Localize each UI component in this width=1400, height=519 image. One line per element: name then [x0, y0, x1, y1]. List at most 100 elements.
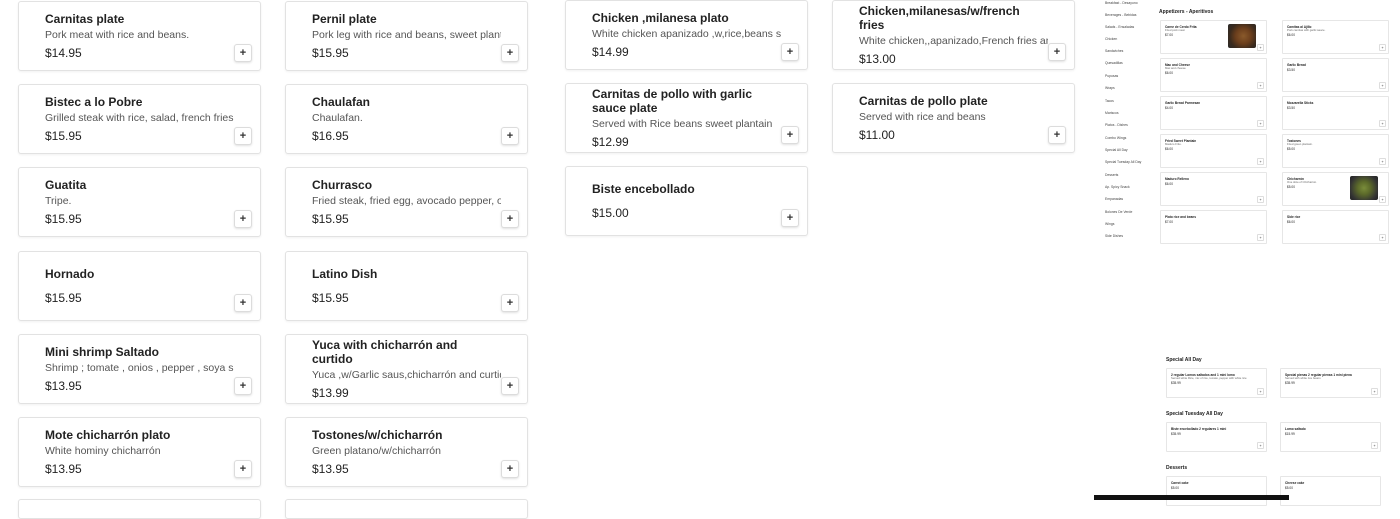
item-price: $13.95 — [45, 379, 82, 393]
plus-icon[interactable]: + — [1371, 388, 1378, 395]
category-link[interactable]: Special Tuesday All Day — [1105, 160, 1141, 164]
plus-icon[interactable]: + — [501, 127, 519, 145]
preview-item-card[interactable]: Lomo saltado $15.99 + — [1280, 422, 1381, 452]
category-link[interactable]: Chicken — [1105, 37, 1117, 41]
category-link[interactable]: Platos - Dishes — [1105, 123, 1128, 127]
plus-icon[interactable]: + — [234, 127, 252, 145]
plus-icon[interactable]: + — [1379, 234, 1386, 241]
preview-item-card[interactable]: Carne de Cerdo Frita Fried pork meat $7.… — [1160, 20, 1267, 54]
category-link[interactable]: Bolones De Verde — [1105, 210, 1132, 214]
menu-item-card[interactable]: Carnitas de pollo plate Served with rice… — [832, 83, 1075, 153]
menu-item-card[interactable]: Bistec a lo Pobre Grilled steak with ric… — [18, 84, 261, 154]
preview-item-card[interactable]: Mozzarella Sticks $3.50 + — [1282, 96, 1389, 130]
preview-item-card[interactable]: Cheese cake $5.00 — [1280, 476, 1381, 506]
plus-icon[interactable]: + — [1257, 158, 1264, 165]
menu-item-card[interactable]: Hornado $15.95 + — [18, 251, 261, 321]
preview-item-card[interactable]: Tostones Fried green plantain. $5.00 + — [1282, 134, 1389, 168]
menu-item-card[interactable]: Mote chicharrón plato White hominy chich… — [18, 417, 261, 487]
plus-icon[interactable]: + — [501, 210, 519, 228]
menu-item-card[interactable]: Latino Dish $15.95 + — [285, 251, 528, 321]
item-name: Churrasco — [312, 178, 373, 192]
preview-item-card[interactable]: Garlic Bread $3.50 + — [1282, 58, 1389, 92]
plus-icon[interactable]: + — [501, 377, 519, 395]
plus-icon[interactable]: + — [1379, 196, 1386, 203]
menu-item-card[interactable]: Tostones/w/chicharrón Green platano/w/ch… — [285, 417, 528, 487]
menu-item-card[interactable]: Carnitas plate Pork meat with rice and b… — [18, 1, 261, 71]
plus-icon[interactable]: + — [1048, 126, 1066, 144]
plus-icon[interactable]: + — [1048, 43, 1066, 61]
category-link[interactable]: Salads - Ensaladas — [1105, 25, 1134, 29]
menu-item-card[interactable]: Biste encebollado $15.00 + — [565, 166, 808, 236]
plus-icon[interactable]: + — [1257, 234, 1264, 241]
plus-icon[interactable]: + — [1257, 442, 1264, 449]
menu-item-card[interactable]: Carnitas de pollo with garlic sauce plat… — [565, 83, 808, 153]
category-link[interactable]: Side Dishes — [1105, 234, 1123, 238]
plus-icon[interactable]: + — [1257, 82, 1264, 89]
category-link[interactable]: Special All Day — [1105, 148, 1128, 152]
plus-icon[interactable]: + — [501, 294, 519, 312]
category-link[interactable]: Breakfast - Desayuno — [1105, 1, 1138, 5]
preview-item-card[interactable]: Garlic Bread Parmesan $4.00 + — [1160, 96, 1267, 130]
item-price: $14.95 — [45, 46, 82, 60]
plus-icon[interactable]: + — [234, 460, 252, 478]
category-link[interactable]: Sandwiches — [1105, 49, 1123, 53]
menu-item-card[interactable]: Chaulafan Chaulafan. $16.95 + — [285, 84, 528, 154]
menu-item-card[interactable]: Chicken,milanesas/w/french fries White c… — [832, 0, 1075, 70]
item-price: $13.95 — [45, 462, 82, 476]
menu-item-card[interactable]: Chicken ,milanesa plato White chicken ap… — [565, 0, 808, 70]
plus-icon[interactable]: + — [1257, 44, 1264, 51]
plus-icon[interactable]: + — [1371, 442, 1378, 449]
plus-icon[interactable]: + — [781, 43, 799, 61]
plus-icon[interactable]: + — [1379, 158, 1386, 165]
preview-item-card[interactable]: Carrot cake $5.00 — [1166, 476, 1267, 506]
category-link[interactable]: Pupusas — [1105, 74, 1118, 78]
menu-item-card[interactable]: Yuca with chicharrón and curtido Yuca ,w… — [285, 334, 528, 404]
category-link[interactable]: Mariscos — [1105, 111, 1119, 115]
category-link[interactable]: Quesadillas — [1105, 61, 1123, 65]
menu-item-card[interactable]: Mini shrimp Saltado Shrimp ; tomate , on… — [18, 334, 261, 404]
category-link[interactable]: Ap. Spicy Snack — [1105, 185, 1130, 189]
category-link[interactable]: Wings — [1105, 222, 1114, 226]
plus-icon[interactable]: + — [234, 44, 252, 62]
preview-item-price: $4.00 — [1165, 106, 1173, 110]
preview-item-card[interactable]: Plato rice and beans $7.00 + — [1160, 210, 1267, 244]
menu-item-card-partial[interactable] — [18, 499, 261, 519]
preview-item-description: Served with white rice beans — [1285, 376, 1321, 380]
menu-item-card[interactable]: Pernil plate Pork leg with rice and bean… — [285, 1, 528, 71]
food-photo — [1350, 176, 1378, 200]
preview-item-card[interactable]: Maduro Relleno $6.00 + — [1160, 172, 1267, 206]
plus-icon[interactable]: + — [234, 210, 252, 228]
plus-icon[interactable]: + — [1379, 44, 1386, 51]
item-description: Chaulafan. — [312, 112, 363, 124]
menu-item-card[interactable]: Guatita Tripe. $15.95 + — [18, 167, 261, 237]
menu-item-card-partial[interactable] — [285, 499, 528, 519]
plus-icon[interactable]: + — [1379, 82, 1386, 89]
preview-item-card[interactable]: Fried Sweet Plantain Maduro Frito. $6.00… — [1160, 134, 1267, 168]
plus-icon[interactable]: + — [1257, 196, 1264, 203]
preview-item-card[interactable]: Side rice $6.00 + — [1282, 210, 1389, 244]
category-link[interactable]: Desserts — [1105, 173, 1118, 177]
category-link[interactable]: Beverages - Bebidas — [1105, 13, 1136, 17]
plus-icon[interactable]: + — [781, 126, 799, 144]
preview-item-card[interactable]: 2 regular Lomos saltados and 1 mini lomo… — [1166, 368, 1267, 398]
item-name: Carnitas de pollo with garlic sauce plat… — [592, 87, 753, 115]
plus-icon[interactable]: + — [1379, 120, 1386, 127]
item-price: $15.95 — [45, 212, 82, 226]
menu-item-card[interactable]: Churrasco Fried steak, fried egg, avocad… — [285, 167, 528, 237]
plus-icon[interactable]: + — [1257, 388, 1264, 395]
preview-item-card[interactable]: Chicharrón One slice of Chicharrón. $5.0… — [1282, 172, 1389, 206]
category-link[interactable]: Combo Wings — [1105, 136, 1126, 140]
preview-item-card[interactable]: Camitas al Ajillo Pork camitas with garl… — [1282, 20, 1389, 54]
plus-icon[interactable]: + — [501, 460, 519, 478]
plus-icon[interactable]: + — [501, 44, 519, 62]
plus-icon[interactable]: + — [1257, 120, 1264, 127]
category-link[interactable]: Empanadas — [1105, 197, 1123, 201]
preview-item-card[interactable]: Special pienas 2 regular pienas 1 mini p… — [1280, 368, 1381, 398]
category-link[interactable]: Wraps — [1105, 86, 1115, 90]
plus-icon[interactable]: + — [234, 377, 252, 395]
preview-item-card[interactable]: Mac and Cheese Mac and cheese. $6.00 + — [1160, 58, 1267, 92]
category-link[interactable]: Tacos — [1105, 99, 1114, 103]
plus-icon[interactable]: + — [234, 294, 252, 312]
plus-icon[interactable]: + — [781, 209, 799, 227]
preview-item-card[interactable]: Biste encebollado 2 regulares 1 mini $35… — [1166, 422, 1267, 452]
